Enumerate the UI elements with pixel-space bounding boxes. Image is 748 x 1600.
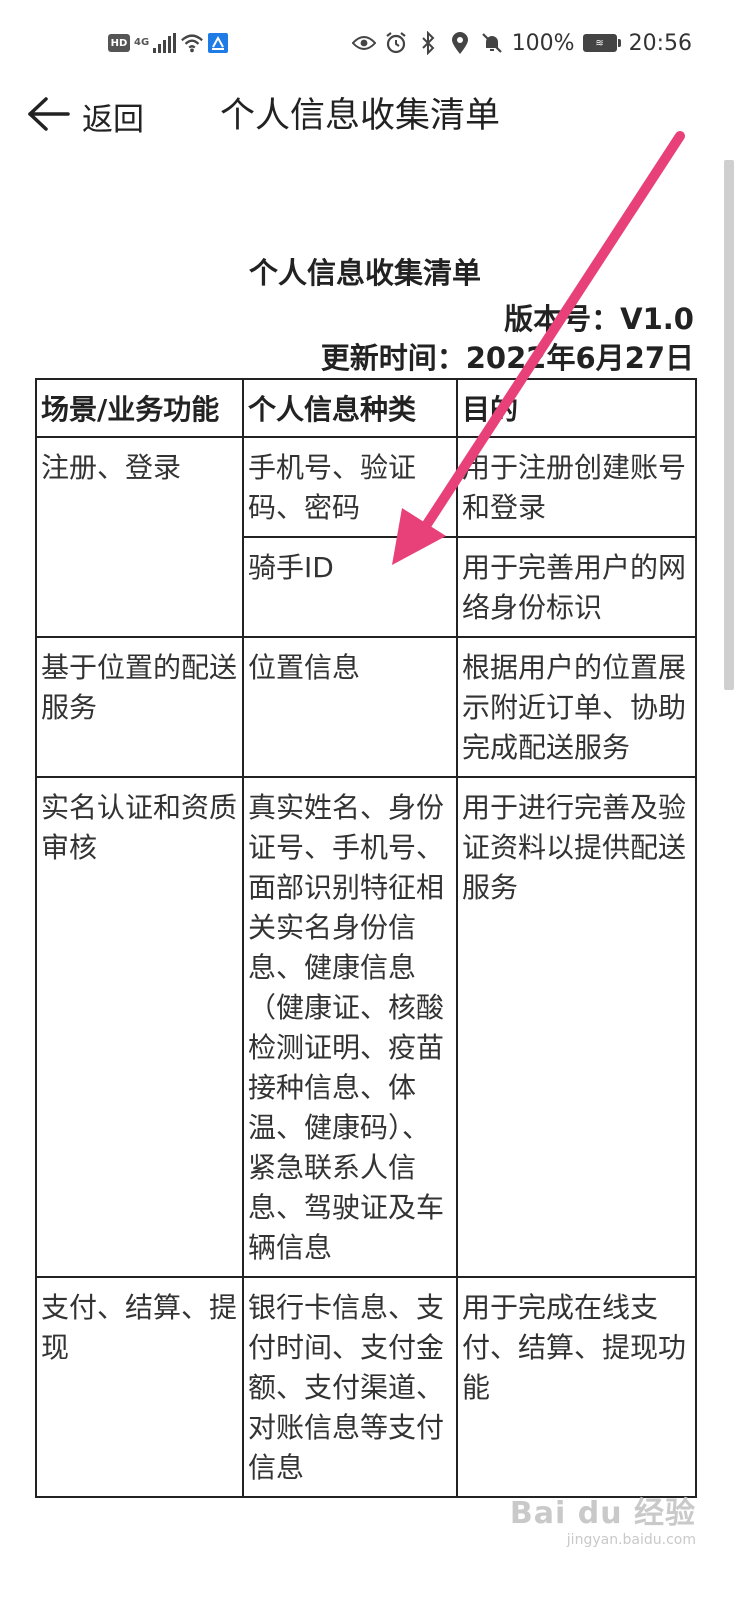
watermark: Bai du 经验 jingyan.baidu.com xyxy=(510,1488,696,1548)
cell-purpose: 根据用户的位置展示附近订单、协助完成配送服务 xyxy=(456,636,697,778)
clock-time: 20:56 xyxy=(628,30,692,56)
bluetooth-icon xyxy=(416,31,440,55)
cell-info: 骑手ID xyxy=(242,536,458,638)
table-header-row: 场景/业务功能 个人信息种类 目的 xyxy=(35,378,697,438)
nav-header: 返回 个人信息收集清单 xyxy=(0,86,748,146)
info-collection-table: 场景/业务功能 个人信息种类 目的 注册、登录 手机号、验证码、密码 用于注册创… xyxy=(35,378,697,1498)
status-right-group: 100% ≋ 20:56 xyxy=(351,28,692,58)
back-button[interactable]: 返回 xyxy=(26,92,144,140)
table-row: 注册、登录 手机号、验证码、密码 用于注册创建账号和登录 xyxy=(35,436,697,638)
table-row: 支付、结算、提现 银行卡信息、支付时间、支付金额、支付渠道、对账信息等支付信息 … xyxy=(35,1276,697,1498)
document-title: 个人信息收集清单 xyxy=(248,256,481,290)
cell-info: 位置信息 xyxy=(242,636,458,778)
vertical-scrollbar[interactable] xyxy=(724,160,734,690)
cell-info: 银行卡信息、支付时间、支付金额、支付渠道、对账信息等支付信息 xyxy=(242,1276,458,1498)
header-purpose: 目的 xyxy=(456,378,697,438)
watermark-url: jingyan.baidu.com xyxy=(566,1532,696,1548)
page-title: 个人信息收集清单 xyxy=(220,96,501,136)
cell-scene: 实名认证和资质审核 xyxy=(35,776,244,1278)
header-scene: 场景/业务功能 xyxy=(35,378,244,438)
network-type-label: 4G xyxy=(134,37,150,48)
wifi-icon xyxy=(180,31,204,55)
cell-scene: 注册、登录 xyxy=(35,436,244,638)
arrow-left-icon xyxy=(26,96,70,136)
header-info-type: 个人信息种类 xyxy=(242,378,458,438)
cell-scene: 基于位置的配送服务 xyxy=(35,636,244,778)
signal-icon xyxy=(153,33,177,53)
table-row: 实名认证和资质审核 真实姓名、身份证号、手机号、面部识别特征相关实名身份信息、健… xyxy=(35,776,697,1278)
app-notification-icon xyxy=(208,33,229,53)
cell-info: 手机号、验证码、密码 xyxy=(242,436,458,538)
hd-icon: HD xyxy=(108,34,130,52)
back-label: 返回 xyxy=(82,101,144,138)
watermark-logo: Bai du 经验 xyxy=(509,1496,696,1531)
eye-icon xyxy=(351,31,376,55)
alarm-icon xyxy=(384,31,408,55)
table-row: 基于位置的配送服务 位置信息 根据用户的位置展示附近订单、协助完成配送服务 xyxy=(35,636,697,778)
cell-info: 真实姓名、身份证号、手机号、面部识别特征相关实名身份信息、健康信息（健康证、核酸… xyxy=(242,776,458,1278)
battery-icon: ≋ xyxy=(582,34,621,52)
cell-purpose: 用于注册创建账号和登录 xyxy=(456,436,697,538)
cell-purpose: 用于完成在线支付、结算、提现功能 xyxy=(456,1276,697,1498)
status-bar: HD 4G 100% ≋ 20:56 xyxy=(0,0,748,86)
cell-purpose: 用于完善用户的网络身份标识 xyxy=(456,536,697,638)
document-updated-date: 更新时间：2022年6月27日 xyxy=(320,341,694,375)
status-left-group: HD 4G xyxy=(108,30,229,56)
battery-percent: 100% xyxy=(511,30,575,56)
document-version: 版本号：V1.0 xyxy=(504,302,694,336)
cell-scene: 支付、结算、提现 xyxy=(35,1276,244,1498)
location-icon xyxy=(448,31,472,55)
cell-purpose: 用于进行完善及验证资料以提供配送服务 xyxy=(456,776,697,1278)
mute-icon xyxy=(480,31,504,55)
